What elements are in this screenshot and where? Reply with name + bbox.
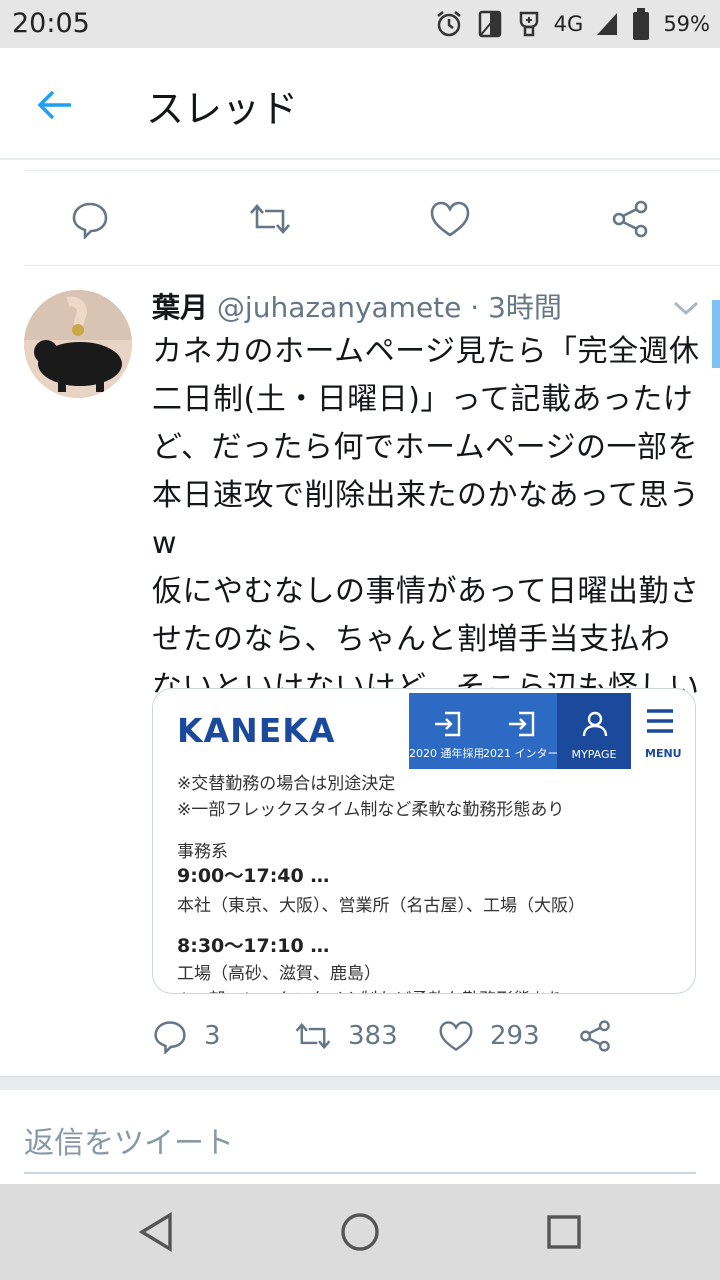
reply-button-top[interactable] — [68, 197, 112, 241]
vibrate-icon — [476, 9, 504, 39]
like-button[interactable]: 293 — [438, 1008, 540, 1064]
login-icon — [435, 711, 461, 737]
like-count: 293 — [490, 1021, 540, 1051]
arrow-left-icon — [37, 90, 71, 120]
share-icon — [612, 200, 648, 238]
retweet-button-top[interactable] — [248, 197, 292, 241]
retweet-count: 383 — [348, 1021, 398, 1051]
share-button[interactable] — [578, 1008, 612, 1064]
separator: · — [470, 291, 480, 324]
share-button-top[interactable] — [608, 197, 652, 241]
chevron-down-icon — [673, 301, 699, 316]
card-line: 事務系 — [177, 842, 228, 862]
status-bar: 20:05 4G 59% — [0, 0, 720, 48]
tweet-menu-button[interactable] — [672, 298, 700, 318]
circle-home-icon — [341, 1213, 379, 1251]
card-line: ※一部フレックスタイム制など柔軟な勤務形態あり — [177, 800, 565, 820]
login-icon — [509, 711, 535, 737]
tweet-actions: 3 383 293 — [152, 1008, 700, 1064]
app-bar: スレッド — [0, 48, 720, 160]
reply-count: 3 — [204, 1021, 221, 1051]
card-time: 8:30〜17:10 … — [177, 935, 330, 957]
reply-input[interactable]: 返信をツイート — [24, 1118, 234, 1162]
card-line: ※一部フレックスタイム制など柔軟な勤務形態あり — [177, 985, 564, 993]
alarm-icon — [434, 9, 464, 39]
display-name[interactable]: 葉月 — [152, 291, 208, 324]
tweet[interactable]: 葉月 @juhazanyamete · 3時間 カネカのホームページ見たら「完全… — [0, 268, 720, 1076]
status-icons: 4G 59% — [434, 6, 710, 42]
previous-tweet-actions — [24, 170, 720, 266]
reply-icon — [72, 202, 108, 239]
nav-label: MYPAGE — [571, 748, 617, 761]
nav-label: 2020 通年採用 — [409, 747, 485, 760]
section-divider — [0, 1076, 720, 1090]
triangle-back-icon — [138, 1211, 172, 1253]
nav-2021-internship: 2021 インターンシップ — [483, 693, 602, 769]
battery-percent: 59% — [663, 12, 710, 36]
retweet-button[interactable]: 383 — [294, 1008, 398, 1064]
system-navigation-bar — [0, 1184, 720, 1280]
back-button[interactable] — [30, 80, 80, 130]
avatar[interactable] — [24, 290, 132, 398]
nav-2020-recruit: 2020 通年採用 — [409, 693, 485, 769]
card-nav: 2020 通年採用 2021 インターンシップ MYPAGE — [409, 693, 631, 769]
link-card[interactable]: KANEKA 2020 通年採用 2021 インターンシップ MYPAGE ME… — [152, 688, 696, 994]
system-recents-button[interactable] — [540, 1208, 588, 1256]
retweet-icon — [295, 1022, 331, 1050]
retweet-icon — [250, 204, 290, 234]
battery-icon — [631, 7, 651, 41]
tweet-header: 葉月 @juhazanyamete · 3時間 — [152, 286, 672, 330]
reply-icon — [154, 1021, 186, 1054]
like-button-top[interactable] — [428, 197, 472, 241]
hamburger-icon — [647, 709, 673, 733]
system-home-button[interactable] — [336, 1208, 384, 1256]
reply-underline — [24, 1172, 696, 1174]
reply-button[interactable]: 3 — [152, 1008, 221, 1064]
network-label: 4G — [553, 12, 584, 36]
card-line: 本社（東京、大阪）、営業所（名古屋）、工場（大阪） — [177, 896, 585, 916]
scroll-indicator — [712, 300, 720, 368]
card-menu: MENU — [645, 707, 689, 763]
share-icon — [580, 1020, 610, 1052]
square-recents-icon — [547, 1215, 581, 1249]
handle[interactable]: @juhazanyamete — [217, 291, 461, 324]
kaneka-logo: KANEKA — [177, 711, 336, 750]
like-icon — [430, 201, 470, 237]
system-back-button[interactable] — [132, 1208, 180, 1256]
user-icon — [582, 711, 608, 737]
reply-composer[interactable]: 返信をツイート — [0, 1090, 720, 1184]
like-icon — [439, 1021, 473, 1052]
timestamp: 3時間 — [488, 291, 562, 324]
page-title: スレッド — [146, 87, 299, 131]
card-line: 工場（高砂、滋賀、鹿島） — [177, 964, 381, 984]
menu-label: MENU — [645, 747, 682, 760]
status-time: 20:05 — [12, 8, 90, 39]
data-saver-icon — [516, 9, 542, 39]
nav-mypage: MYPAGE — [557, 693, 631, 769]
card-time: 9:00〜17:40 … — [177, 865, 330, 887]
nav-label: 2021 インターンシップ — [483, 747, 602, 760]
signal-icon — [595, 11, 619, 37]
card-line: ※交替勤務の場合は別途決定 — [177, 774, 396, 794]
